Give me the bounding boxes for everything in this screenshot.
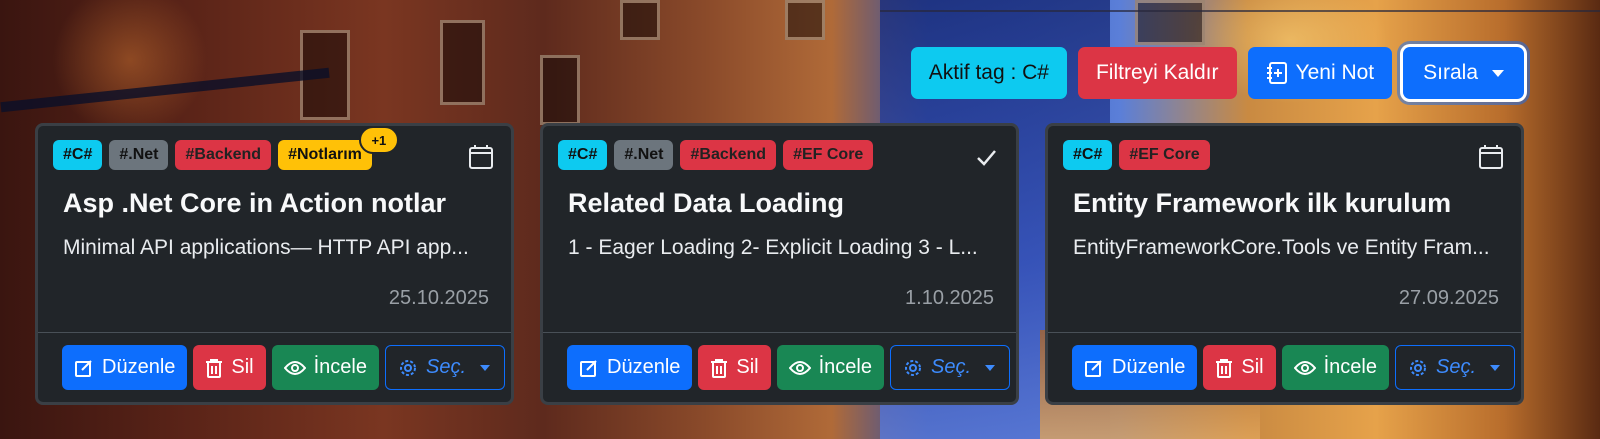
trash-icon (205, 358, 223, 378)
pencil-square-icon (1084, 358, 1104, 378)
tag-badge[interactable]: #.Net (109, 140, 169, 170)
tag-label: #Notlarım (288, 146, 362, 163)
tag-list: #C# #.Net #Backend #EF Core (558, 140, 874, 170)
edit-button[interactable]: Düzenle (1072, 345, 1198, 390)
delete-label: Sil (736, 356, 759, 378)
note-card: #C# #.Net #Backend #EF Core Related Data… (540, 123, 1019, 405)
calendar-icon (468, 144, 494, 170)
view-label: İncele (1323, 356, 1377, 378)
tag-badge[interactable]: #EF Core (1119, 140, 1210, 170)
caret-down-icon (1490, 364, 1501, 371)
card-date: 27.09.2025 (1398, 287, 1499, 309)
caret-down-icon (1492, 69, 1504, 77)
edit-label: Düzenle (102, 356, 176, 378)
trash-icon (1215, 358, 1233, 378)
view-label: İncele (818, 356, 872, 378)
card-footer: Düzenle Sil İncele Seç. (38, 332, 511, 402)
select-dropdown-button[interactable]: Seç. (1395, 345, 1516, 390)
view-button[interactable]: İncele (776, 345, 884, 390)
extra-tags-count-badge: +1 (358, 126, 399, 154)
card-date: 25.10.2025 (388, 287, 489, 309)
eye-icon (283, 360, 306, 376)
view-button[interactable]: İncele (271, 345, 379, 390)
tag-badge[interactable]: #Backend (680, 140, 777, 170)
tag-badge[interactable]: #C# (53, 140, 103, 170)
tag-list: #C# #EF Core (1063, 140, 1210, 170)
card-text: 1 - Eager Loading 2- Explicit Loading 3 … (568, 236, 978, 259)
toolbar: Aktif tag : C# Filtreyi Kaldır Yeni Not … (910, 47, 1524, 99)
eye-icon (788, 360, 811, 376)
sort-dropdown-button[interactable]: Sırala (1403, 47, 1524, 99)
check-icon (973, 144, 999, 170)
tag-badge[interactable]: #Backend (175, 140, 272, 170)
card-title: Asp .Net Core in Action notlar (63, 188, 447, 218)
delete-button[interactable]: Sil (1203, 345, 1276, 390)
card-date: 1.10.2025 (905, 287, 994, 309)
pencil-square-icon (579, 358, 599, 378)
card-title: Entity Framework ilk kurulum (1073, 188, 1452, 218)
delete-label: Sil (231, 356, 254, 378)
edit-label: Düzenle (607, 356, 681, 378)
delete-button[interactable]: Sil (193, 345, 266, 390)
view-button[interactable]: İncele (1281, 345, 1389, 390)
select-label: Seç. (931, 356, 972, 378)
card-text: Minimal API applications— HTTP API app..… (63, 236, 469, 259)
edit-button[interactable]: Düzenle (567, 345, 693, 390)
delete-label: Sil (1241, 356, 1264, 378)
gear-icon (398, 358, 418, 378)
delete-button[interactable]: Sil (698, 345, 771, 390)
tag-badge[interactable]: #EF Core (783, 140, 874, 170)
tag-badge[interactable]: #C# (558, 140, 608, 170)
view-label: İncele (313, 356, 367, 378)
active-tag-button[interactable]: Aktif tag : C# (910, 47, 1067, 99)
clear-filter-button[interactable]: Filtreyi Kaldır (1077, 47, 1237, 99)
new-note-button[interactable]: Yeni Not (1247, 47, 1393, 99)
tag-badge[interactable]: #.Net (614, 140, 674, 170)
new-note-label: Yeni Not (1295, 61, 1375, 84)
trash-icon (710, 358, 728, 378)
eye-icon (1293, 360, 1316, 376)
gear-icon (1408, 358, 1428, 378)
pencil-square-icon (74, 358, 94, 378)
calendar-icon (1478, 144, 1504, 170)
tag-badge[interactable]: #Notlarım +1 (278, 126, 399, 170)
select-label: Seç. (426, 356, 467, 378)
sort-label: Sırala (1423, 61, 1478, 84)
gear-icon (903, 358, 923, 378)
note-card: #C# #.Net #Backend #Notlarım +1 Asp .Net… (35, 123, 514, 405)
select-dropdown-button[interactable]: Seç. (890, 345, 1011, 390)
tag-list: #C# #.Net #Backend #Notlarım +1 (53, 126, 399, 170)
caret-down-icon (985, 364, 996, 371)
caret-down-icon (480, 364, 491, 371)
card-title: Related Data Loading (568, 188, 845, 218)
select-dropdown-button[interactable]: Seç. (385, 345, 506, 390)
card-text: EntityFrameworkCore.Tools ve Entity Fram… (1073, 236, 1490, 259)
note-card: #C# #EF Core Entity Framework ilk kurulu… (1045, 123, 1524, 405)
journal-plus-icon (1266, 61, 1288, 85)
edit-label: Düzenle (1112, 356, 1186, 378)
tag-badge[interactable]: #C# (1063, 140, 1113, 170)
card-footer: Düzenle Sil İncele Seç. (1048, 332, 1521, 402)
select-label: Seç. (1436, 356, 1477, 378)
card-footer: Düzenle Sil İncele Seç. (543, 332, 1016, 402)
edit-button[interactable]: Düzenle (62, 345, 188, 390)
